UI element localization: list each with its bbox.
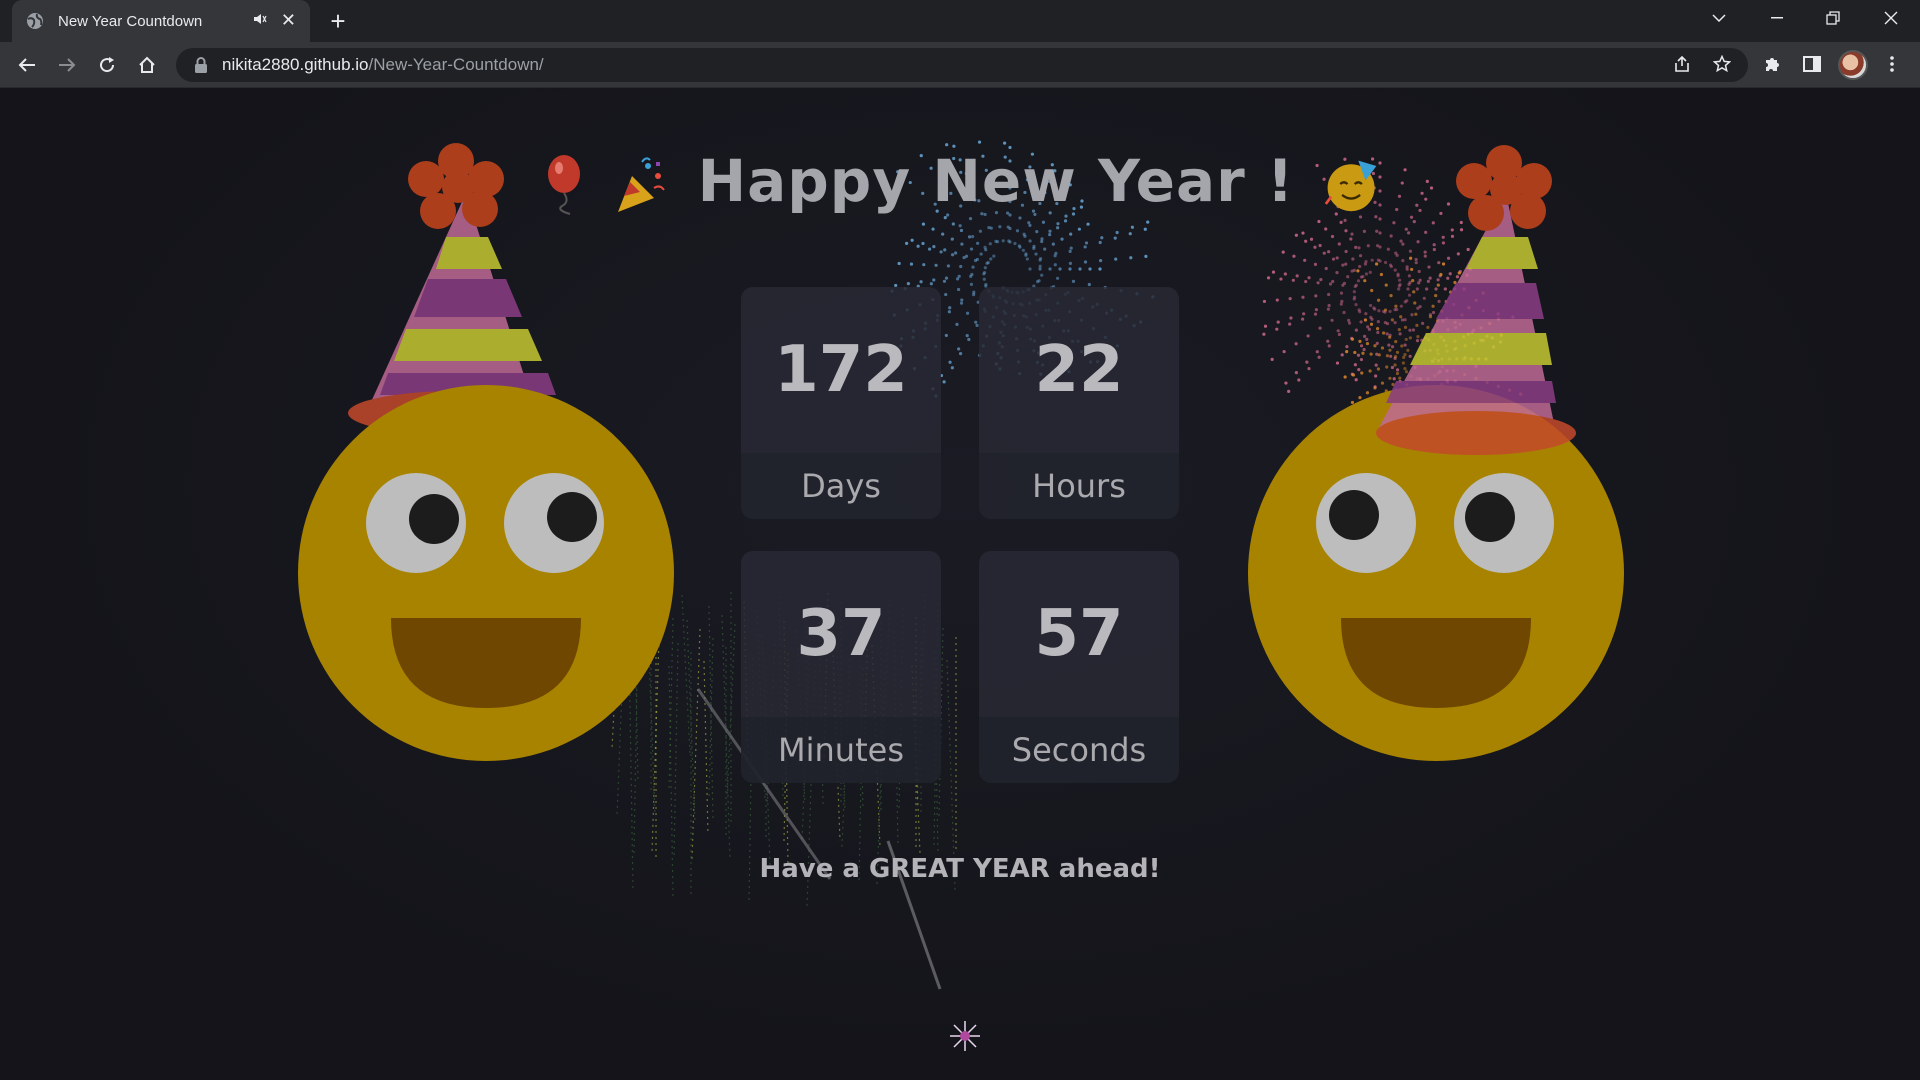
fireworks-canvas bbox=[611, 140, 1523, 990]
party-hat-smiley-right bbox=[1248, 145, 1624, 761]
tab-title: New Year Countdown bbox=[58, 12, 203, 30]
forward-icon[interactable] bbox=[52, 50, 82, 80]
browser-toolbar: nikita2880.github.io/New-Year-Countdown/ bbox=[0, 42, 1920, 88]
speaker-icon[interactable] bbox=[253, 13, 267, 29]
extensions-icon[interactable] bbox=[1758, 50, 1786, 78]
close-tab-icon[interactable]: ✕ bbox=[281, 12, 296, 30]
url-host: nikita2880.github.io bbox=[222, 55, 369, 74]
menu-kebab-icon[interactable] bbox=[1878, 50, 1906, 78]
url-path: /New-Year-Countdown/ bbox=[368, 55, 544, 74]
new-tab-button[interactable]: + bbox=[324, 8, 352, 36]
party-popper-icon bbox=[618, 157, 666, 212]
close-window-icon[interactable] bbox=[1868, 0, 1914, 36]
balloon-icon bbox=[548, 154, 581, 215]
share-icon[interactable] bbox=[1668, 50, 1696, 78]
globe-icon bbox=[27, 13, 43, 29]
countdown-days: 172 Days bbox=[741, 287, 941, 519]
countdown-hours: 22 Hours bbox=[979, 287, 1179, 519]
page-title-row: Happy New Year ! bbox=[0, 147, 1920, 216]
sparkler-icon bbox=[950, 1021, 980, 1051]
browser-tab-strip: New Year Countdown ✕ + bbox=[0, 0, 1920, 42]
days-label: Days bbox=[741, 453, 941, 519]
page-viewport: Happy New Year ! 172 Days 22 Hours 37 Mi… bbox=[0, 89, 1920, 1080]
lock-icon bbox=[195, 57, 207, 73]
reload-icon[interactable] bbox=[92, 50, 122, 80]
hours-value: 22 bbox=[1034, 333, 1124, 407]
seconds-value: 57 bbox=[1034, 597, 1124, 671]
tagline: Have a GREAT YEAR ahead! bbox=[759, 854, 1161, 884]
tab-search-icon[interactable] bbox=[1696, 0, 1742, 36]
restore-icon[interactable] bbox=[1810, 0, 1856, 36]
page-title: Happy New Year ! bbox=[697, 147, 1295, 215]
days-value: 172 bbox=[774, 333, 908, 407]
partying-face-icon bbox=[1324, 160, 1376, 212]
profile-avatar[interactable] bbox=[1838, 50, 1868, 80]
bookmark-star-icon[interactable] bbox=[1708, 50, 1736, 78]
side-panel-icon[interactable] bbox=[1798, 50, 1826, 78]
home-icon[interactable] bbox=[132, 50, 162, 80]
hours-label: Hours bbox=[979, 453, 1179, 519]
browser-tab[interactable]: New Year Countdown ✕ bbox=[12, 0, 310, 42]
address-bar[interactable]: nikita2880.github.io/New-Year-Countdown/ bbox=[176, 48, 1748, 82]
minimize-icon[interactable] bbox=[1754, 0, 1800, 36]
countdown-seconds: 57 Seconds bbox=[979, 551, 1179, 783]
seconds-label: Seconds bbox=[979, 717, 1179, 783]
party-hat-smiley-left bbox=[298, 143, 674, 761]
countdown-minutes: 37 Minutes bbox=[741, 551, 941, 783]
minutes-label: Minutes bbox=[741, 717, 941, 783]
minutes-value: 37 bbox=[796, 597, 886, 671]
back-icon[interactable] bbox=[12, 50, 42, 80]
